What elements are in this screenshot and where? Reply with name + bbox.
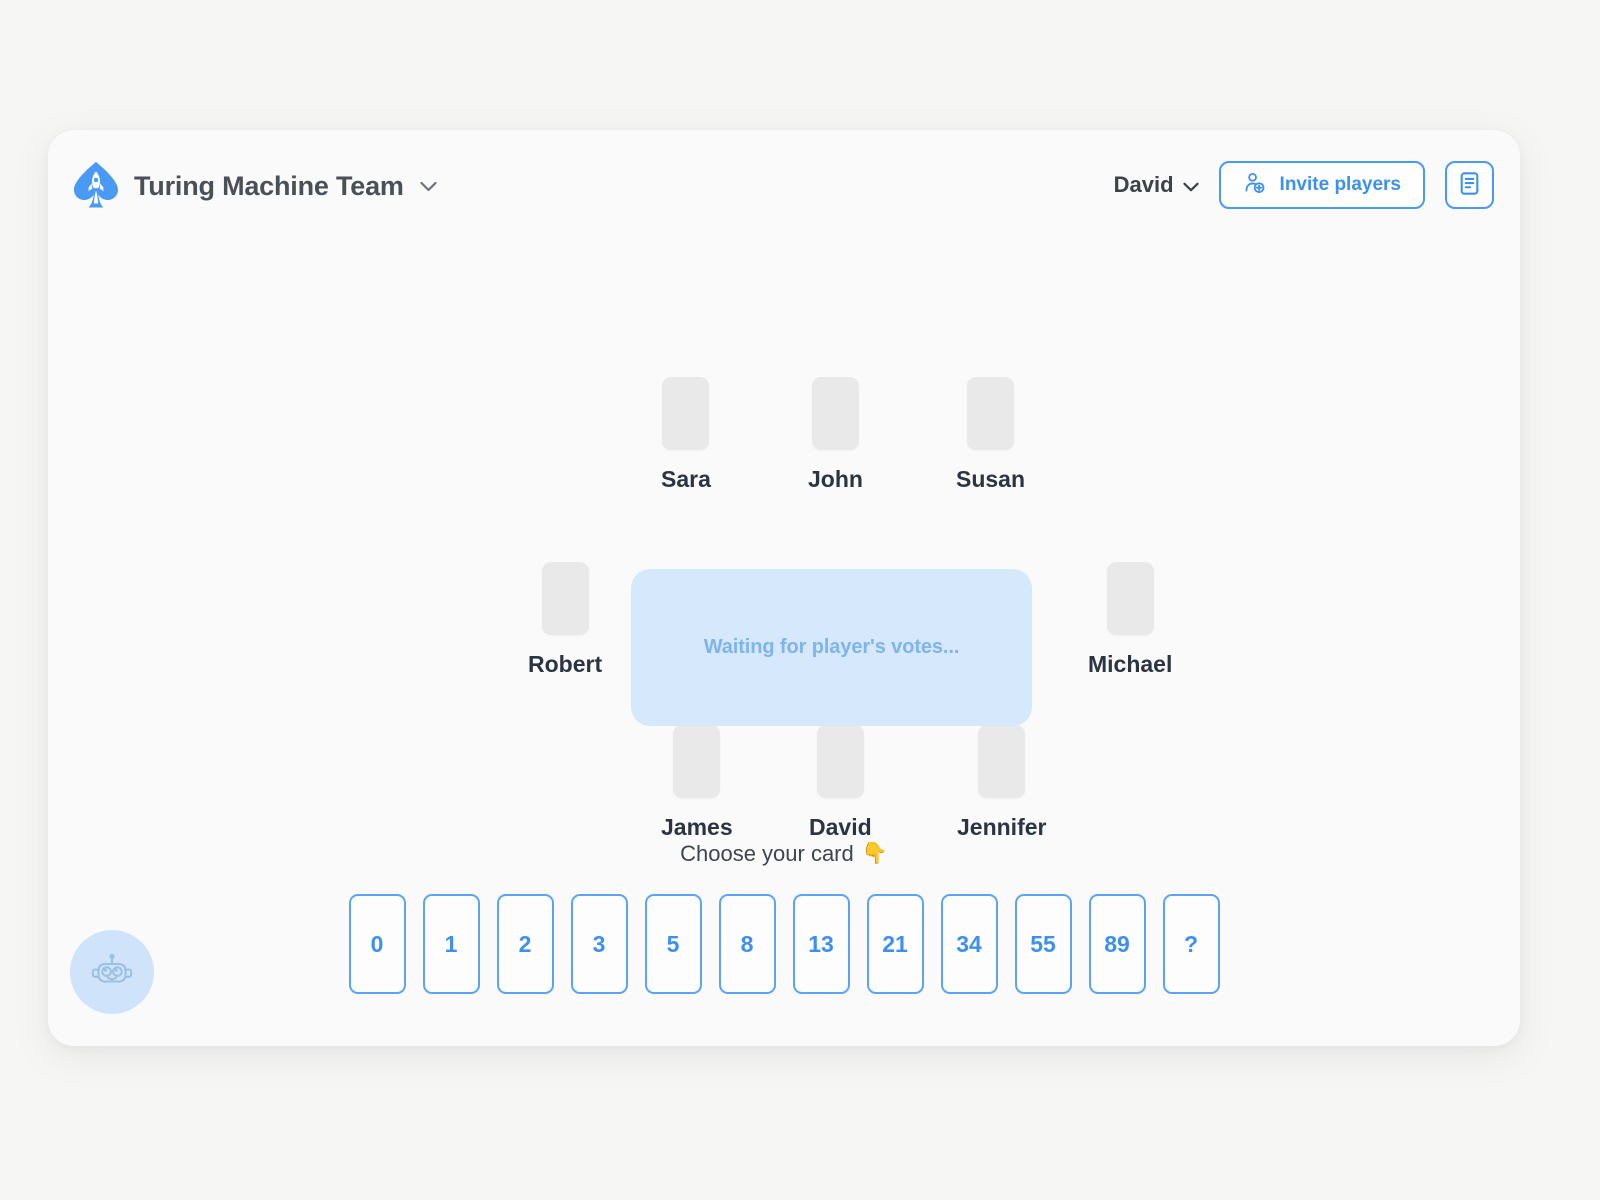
card-deck: 0 1 2 3 5 8 13 21 34 55 89 ? — [348, 894, 1220, 994]
deck-card-55[interactable]: 55 — [1014, 894, 1072, 994]
deck-card-13[interactable]: 13 — [792, 894, 850, 994]
player-name-label: Robert — [528, 651, 603, 677]
player-name-label: James — [661, 814, 733, 840]
player-seat-jennifer[interactable]: Jennifer — [957, 725, 1046, 841]
player-vote-card — [978, 725, 1026, 798]
chevron-down-icon — [1182, 172, 1199, 198]
robot-icon — [88, 946, 136, 999]
player-vote-card — [1106, 562, 1154, 635]
user-menu[interactable]: David — [1114, 172, 1199, 198]
deck-card-0[interactable]: 0 — [348, 894, 406, 994]
deck-card-34[interactable]: 34 — [940, 894, 998, 994]
player-vote-card — [673, 725, 721, 798]
player-name-label: Michael — [1088, 651, 1173, 677]
assistant-bot-button[interactable] — [70, 930, 154, 1014]
point-down-icon: 👇 — [861, 842, 888, 865]
invite-players-label: Invite players — [1279, 174, 1401, 195]
player-seat-robert[interactable]: Robert — [528, 562, 602, 678]
deck-card-8[interactable]: 8 — [718, 894, 776, 994]
deck-card-question[interactable]: ? — [1162, 894, 1220, 994]
waiting-status-text: Waiting for player's votes... — [703, 636, 960, 658]
player-name-label: David — [809, 814, 872, 840]
invite-players-button[interactable]: Invite players — [1218, 161, 1425, 209]
player-seat-david[interactable]: David — [809, 725, 872, 841]
player-name-label: Jennifer — [957, 814, 1047, 840]
player-seat-james[interactable]: James — [661, 725, 733, 841]
deck-card-2[interactable]: 2 — [496, 894, 554, 994]
player-seat-john[interactable]: John — [808, 377, 863, 493]
table-center-status: Waiting for player's votes... — [631, 569, 1032, 726]
chevron-down-icon — [420, 168, 437, 199]
app-header: Turing Machine Team David Invite players — [48, 130, 1520, 240]
deck-card-89[interactable]: 89 — [1088, 894, 1146, 994]
player-seat-susan[interactable]: Susan — [956, 377, 1025, 493]
player-vote-card — [811, 377, 859, 450]
header-right-group: David Invite players — [1114, 161, 1494, 209]
header-left-group: Turing Machine Team — [70, 159, 437, 211]
deck-card-3[interactable]: 3 — [570, 894, 628, 994]
player-name-label: Susan — [956, 466, 1026, 492]
user-name-label: David — [1113, 172, 1174, 197]
player-vote-card — [967, 377, 1015, 450]
player-name-label: John — [808, 466, 863, 492]
player-seat-michael[interactable]: Michael — [1088, 562, 1172, 678]
player-name-label: Sara — [661, 466, 711, 492]
player-vote-card — [662, 377, 710, 450]
app-root: Turing Machine Team David Invite players… — [0, 0, 1600, 1200]
poker-table-area: Sara John Susan Robert Michael James Dav… — [48, 240, 1520, 920]
player-seat-sara[interactable]: Sara — [661, 377, 711, 493]
team-name-label: Turing Machine Team — [134, 171, 404, 201]
notes-button[interactable] — [1445, 161, 1494, 209]
deck-card-1[interactable]: 1 — [422, 894, 480, 994]
deck-card-5[interactable]: 5 — [644, 894, 702, 994]
add-user-icon — [1243, 171, 1266, 200]
choose-card-text: Choose your card — [680, 841, 854, 866]
deck-card-21[interactable]: 21 — [866, 894, 924, 994]
team-name-dropdown[interactable]: Turing Machine Team — [134, 168, 437, 202]
game-panel: Turing Machine Team David Invite players… — [48, 130, 1520, 1046]
document-list-icon — [1458, 171, 1481, 199]
player-vote-card — [816, 725, 864, 798]
player-vote-card — [541, 562, 589, 635]
deck-section: Choose your card 👇 0 1 2 3 5 8 13 21 34 … — [48, 841, 1520, 994]
spade-rocket-logo — [74, 162, 118, 208]
choose-card-label: Choose your card 👇 — [680, 841, 888, 867]
